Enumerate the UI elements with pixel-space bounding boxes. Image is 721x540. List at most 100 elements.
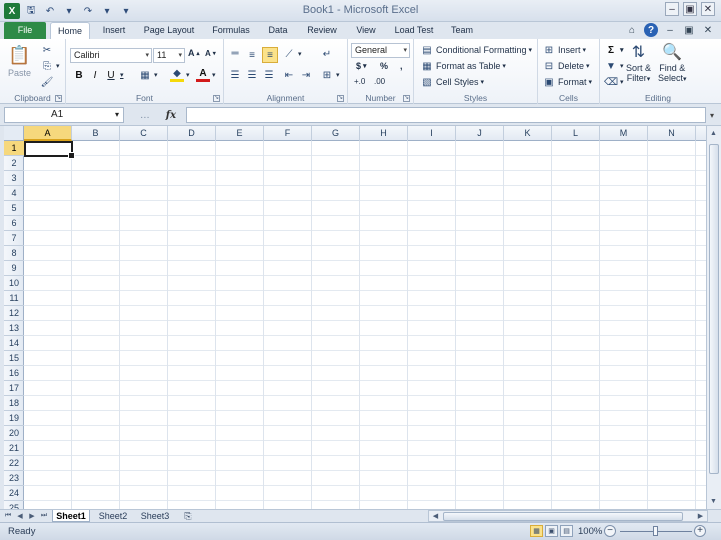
cell-styles-button[interactable]: ▧ Cell Styles ▾ (420, 75, 484, 89)
align-bottom-icon[interactable]: ≡ (262, 47, 278, 63)
column-header-g[interactable]: G (312, 126, 360, 141)
row-header-22[interactable]: 22 (4, 456, 24, 471)
underline-icon[interactable]: U ▾ (104, 68, 123, 82)
column-header-l[interactable]: L (552, 126, 600, 141)
align-middle-icon[interactable]: ≡ (245, 48, 259, 62)
borders-icon[interactable]: ▦ ▾ (138, 68, 157, 82)
normal-view-icon[interactable]: ▦ (530, 525, 543, 537)
increase-decimal-icon[interactable]: +.0 (354, 77, 365, 86)
minimize-icon[interactable]: – (665, 2, 679, 16)
paste-button[interactable]: 📋 Paste (8, 43, 31, 79)
row-header-19[interactable]: 19 (4, 411, 24, 426)
insert-cells-button[interactable]: ⊞ Insert ▾ (542, 43, 586, 57)
column-header-e[interactable]: E (216, 126, 264, 141)
autosum-icon[interactable]: Σ ▾ (604, 43, 624, 57)
decrease-decimal-icon[interactable]: .00 (374, 77, 385, 86)
tab-load-test[interactable]: Load Test (390, 22, 438, 39)
bold-icon[interactable]: B (72, 68, 86, 82)
page-break-view-icon[interactable]: ▤ (560, 525, 573, 537)
vertical-scrollbar[interactable]: ▲ ▼ (706, 126, 721, 509)
scroll-right-icon[interactable]: ▶ (694, 510, 707, 521)
format-as-table-button[interactable]: ▦ Format as Table ▾ (420, 59, 506, 73)
help-icon[interactable]: ? (644, 23, 658, 37)
fill-icon[interactable]: ▼ ▾ (604, 59, 623, 73)
row-header-3[interactable]: 3 (4, 171, 24, 186)
row-header-21[interactable]: 21 (4, 441, 24, 456)
sort-filter-button[interactable]: ⇅ Sort & Filter▾ (626, 41, 651, 83)
shrink-font-icon[interactable]: A ▾ (205, 49, 216, 58)
scroll-left-icon[interactable]: ◀ (429, 510, 442, 521)
format-painter-icon[interactable]: 🖌 (40, 75, 54, 89)
minimize-ribbon-icon[interactable]: ⌂ (625, 23, 639, 37)
zoom-slider-thumb[interactable] (653, 526, 658, 536)
zoom-level[interactable]: 100% (578, 526, 602, 537)
align-center-icon[interactable]: ☰ (245, 68, 259, 82)
row-header-11[interactable]: 11 (4, 291, 24, 306)
expand-formula-bar-icon[interactable]: ▾ (706, 108, 718, 122)
tab-insert[interactable]: Insert (96, 22, 132, 39)
insert-function-button[interactable]: fx (166, 110, 176, 121)
column-header-f[interactable]: F (264, 126, 312, 141)
column-header-c[interactable]: C (120, 126, 168, 141)
row-header-16[interactable]: 16 (4, 366, 24, 381)
grow-font-icon[interactable]: A ▴ (188, 48, 200, 58)
row-header-25[interactable]: 25 (4, 501, 24, 509)
row-header-4[interactable]: 4 (4, 186, 24, 201)
conditional-formatting-button[interactable]: ▤ Conditional Formatting ▾ (420, 43, 532, 57)
workbook-close-icon[interactable]: ✕ (701, 23, 715, 37)
font-name-select[interactable]: Calibri ▾ (70, 48, 152, 63)
align-left-icon[interactable]: ☰ (228, 68, 242, 82)
row-header-9[interactable]: 9 (4, 261, 24, 276)
vertical-scroll-thumb[interactable] (709, 144, 719, 474)
fill-color-icon[interactable]: ◆ ▾ (170, 68, 190, 82)
row-header-15[interactable]: 15 (4, 351, 24, 366)
horizontal-scroll-thumb[interactable] (443, 512, 683, 521)
column-header-m[interactable]: M (600, 126, 648, 141)
align-right-icon[interactable]: ☰ (262, 68, 276, 82)
font-size-select[interactable]: 11 ▾ (153, 48, 185, 63)
column-header-i[interactable]: I (408, 126, 456, 141)
restore-icon[interactable]: ▣ (683, 2, 697, 16)
name-box[interactable]: A1 ▾ (4, 107, 124, 123)
column-header-a[interactable]: A (24, 126, 72, 141)
active-cell-a1[interactable] (24, 141, 75, 159)
decrease-indent-icon[interactable]: ⇤ (282, 68, 296, 82)
close-icon[interactable]: ✕ (701, 2, 715, 16)
column-header-d[interactable]: D (168, 126, 216, 141)
row-header-8[interactable]: 8 (4, 246, 24, 261)
column-header-h[interactable]: H (360, 126, 408, 141)
tab-view[interactable]: View (350, 22, 382, 39)
sheet-tab-sheet3[interactable]: Sheet3 (136, 510, 174, 522)
insert-sheet-icon[interactable]: ⎘ (178, 510, 198, 522)
workbook-restore-icon[interactable]: ▣ (682, 23, 696, 37)
row-header-5[interactable]: 5 (4, 201, 24, 216)
row-header-18[interactable]: 18 (4, 396, 24, 411)
percent-icon[interactable]: % (380, 61, 388, 71)
column-header-n[interactable]: N (648, 126, 696, 141)
currency-icon[interactable]: $ ▾ (356, 61, 367, 71)
page-layout-view-icon[interactable]: ▣ (545, 525, 558, 537)
zoom-in-icon[interactable]: + (694, 525, 706, 537)
clipboard-launcher-icon[interactable]: ↘ (55, 95, 62, 102)
delete-cells-button[interactable]: ⊟ Delete ▾ (542, 59, 590, 73)
number-format-select[interactable]: General ▾ (351, 43, 410, 58)
cell-area[interactable] (24, 141, 706, 509)
find-select-button[interactable]: 🔍 Find & Select▾ (658, 41, 687, 83)
tab-formulas[interactable]: Formulas (206, 22, 256, 39)
sheet-tab-sheet1[interactable]: Sheet1 (52, 510, 90, 522)
row-header-12[interactable]: 12 (4, 306, 24, 321)
clear-icon[interactable]: ⌫ ▾ (604, 75, 624, 89)
scroll-up-icon[interactable]: ▲ (707, 127, 720, 140)
workbook-minimize-icon[interactable]: – (663, 23, 677, 37)
sheet-tab-sheet2[interactable]: Sheet2 (94, 510, 132, 522)
column-header-k[interactable]: K (504, 126, 552, 141)
row-header-23[interactable]: 23 (4, 471, 24, 486)
tab-home[interactable]: Home (50, 22, 90, 39)
number-launcher-icon[interactable]: ↘ (403, 95, 410, 102)
increase-indent-icon[interactable]: ⇥ (299, 68, 313, 82)
row-header-2[interactable]: 2 (4, 156, 24, 171)
align-top-icon[interactable]: ═ (228, 46, 242, 60)
tab-review[interactable]: Review (302, 22, 342, 39)
wrap-text-icon[interactable]: ↵ (320, 47, 334, 61)
select-all-button[interactable] (4, 126, 24, 141)
